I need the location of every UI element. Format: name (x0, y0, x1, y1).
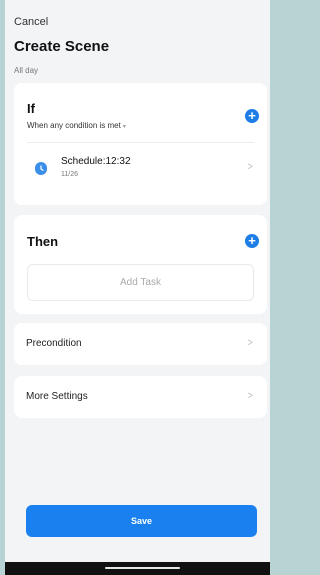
system-nav-bar (5, 562, 270, 575)
then-card: Then + Add Task (14, 215, 267, 314)
save-button[interactable]: Save (26, 505, 257, 537)
chevron-right-icon: > (247, 337, 253, 349)
condition-mode-selector[interactable]: When any condition is met ▾ (27, 121, 126, 130)
condition-title: Schedule:12:32 (61, 156, 131, 167)
page-subtitle: All day (14, 66, 39, 75)
precondition-row[interactable]: Precondition > (14, 323, 267, 365)
precondition-label: Precondition (26, 338, 82, 349)
chevron-right-icon: > (247, 390, 253, 402)
condition-mode-label: When any condition is met (27, 121, 121, 130)
add-action-button[interactable]: + (245, 234, 259, 248)
divider (27, 142, 254, 143)
home-indicator[interactable] (105, 567, 180, 569)
plus-icon: + (248, 108, 256, 123)
then-heading: Then (27, 234, 59, 249)
chevron-right-icon: > (247, 161, 253, 173)
create-scene-screen: Cancel Create Scene All day If When any … (5, 0, 270, 575)
if-card: If When any condition is met ▾ + Schedule… (14, 83, 267, 205)
more-settings-label: More Settings (26, 391, 88, 402)
condition-date: 11/26 (61, 171, 78, 178)
add-task-button[interactable]: Add Task (27, 264, 254, 301)
plus-icon: + (248, 233, 256, 248)
clock-icon (35, 162, 47, 175)
caret-down-icon: ▾ (122, 124, 126, 130)
page-title: Create Scene (14, 38, 110, 55)
if-heading: If (27, 101, 35, 116)
more-settings-row[interactable]: More Settings > (14, 376, 267, 418)
add-condition-button[interactable]: + (245, 109, 259, 123)
cancel-button[interactable]: Cancel (14, 16, 48, 28)
